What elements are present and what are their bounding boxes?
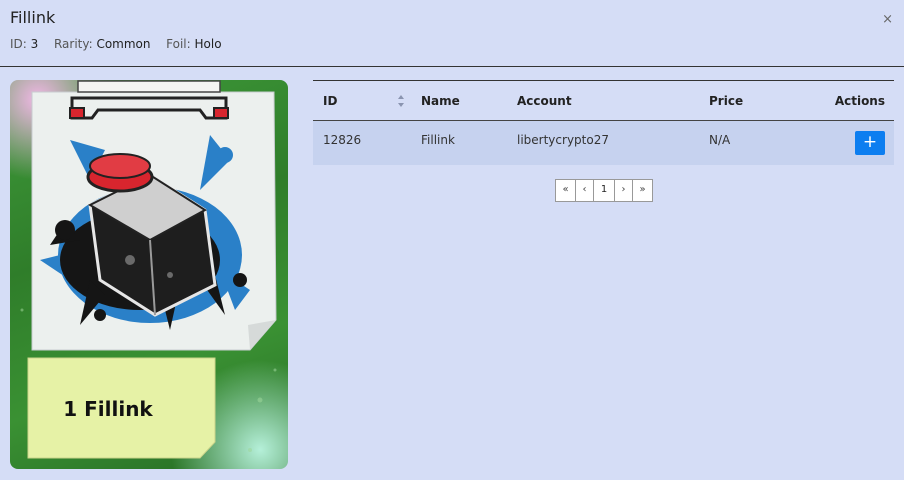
clip-top [77, 80, 221, 93]
add-button[interactable]: + [855, 131, 885, 155]
id-value: 3 [30, 37, 39, 51]
foil-label: Foil: [166, 37, 191, 51]
col-name: Name [421, 94, 460, 108]
card-meta: ID: 3 Rarity: Common Foil: Holo [10, 37, 222, 51]
cell-account: libertycrypto27 [517, 133, 609, 147]
col-price: Price [709, 94, 744, 108]
card-caption: 1 Fillink [63, 397, 153, 421]
foil-value: Holo [194, 37, 222, 51]
table-header: ID Name Account Price Actions [313, 81, 894, 121]
col-id[interactable]: ID [323, 94, 337, 108]
card-image: 1 Fillink [10, 80, 288, 469]
cell-id: 12826 [323, 133, 362, 147]
modal-title: Fillink [10, 8, 56, 27]
last-page-button[interactable]: » [633, 179, 653, 202]
cell-price: N/A [709, 133, 731, 147]
modal-header: Fillink ID: 3 Rarity: Common Foil: Holo … [0, 0, 904, 67]
cell-name: Fillink [421, 133, 455, 147]
prev-page-button[interactable]: ‹ [576, 179, 594, 202]
header-divider [0, 66, 904, 67]
id-label: ID: [10, 37, 27, 51]
col-actions: Actions [834, 94, 885, 108]
card-art: 1 Fillink [20, 80, 277, 459]
paper-curl [248, 320, 276, 350]
next-page-button[interactable]: › [615, 179, 633, 202]
cards-table: ID Name Account Price Actions 12826 Fill… [313, 80, 894, 165]
plus-icon: + [862, 132, 878, 152]
table-row: 12826 Fillink libertycrypto27 N/A + [313, 121, 894, 165]
pagination: « ‹ 1 › » [555, 179, 653, 202]
page-1-button[interactable]: 1 [594, 179, 615, 202]
first-page-button[interactable]: « [555, 179, 576, 202]
rarity-value: Common [96, 37, 151, 51]
col-account: Account [517, 94, 572, 108]
rarity-label: Rarity: [53, 37, 93, 51]
close-icon[interactable]: × [882, 12, 893, 27]
sort-icon[interactable] [397, 94, 405, 108]
